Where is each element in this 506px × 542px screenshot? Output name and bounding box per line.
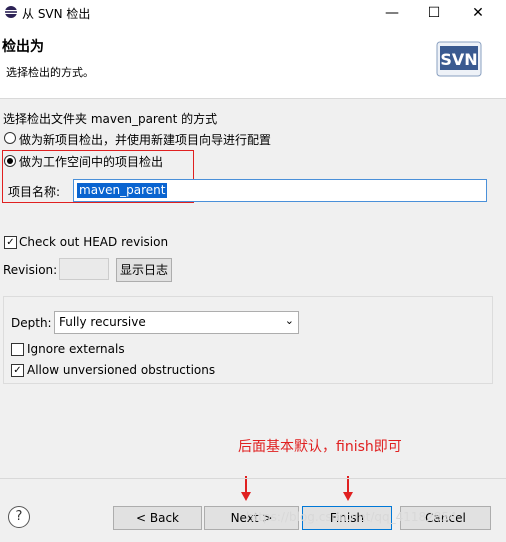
revision-input[interactable] bbox=[59, 258, 109, 280]
depth-label: Depth: bbox=[11, 316, 52, 330]
minimize-button[interactable]: — bbox=[370, 0, 414, 26]
eclipse-icon bbox=[5, 6, 17, 18]
radio-new-project-label[interactable]: 做为新项目检出，并使用新建项目向导进行配置 bbox=[19, 131, 271, 148]
allow-unversioned-checkbox[interactable]: ✓ bbox=[11, 364, 24, 377]
cancel-button[interactable]: Cancel bbox=[400, 506, 491, 530]
svn-logo-icon: SVN bbox=[436, 41, 482, 77]
next-button[interactable]: Next > bbox=[204, 506, 299, 530]
show-log-button[interactable]: 显示日志 bbox=[116, 258, 172, 282]
finish-button[interactable]: Finish bbox=[302, 506, 392, 530]
title-bar: 从 SVN 检出 — ☐ ✕ bbox=[0, 0, 506, 26]
page-title: 检出为 bbox=[2, 39, 44, 55]
wizard-header: 检出为 选择检出的方式。 SVN bbox=[0, 26, 506, 99]
close-button[interactable]: ✕ bbox=[456, 0, 500, 26]
radio-workspace-project[interactable] bbox=[4, 155, 16, 167]
radio-new-project[interactable] bbox=[4, 132, 16, 144]
revision-label: Revision: bbox=[3, 263, 58, 277]
wizard-content: 选择检出文件夹 maven_parent 的方式 做为新项目检出，并使用新建项目… bbox=[0, 98, 506, 478]
window-title: 从 SVN 检出 bbox=[22, 7, 91, 21]
options-heading: 选择检出文件夹 maven_parent 的方式 bbox=[3, 112, 218, 126]
project-name-value: maven_parent bbox=[77, 183, 168, 198]
annotation-note: 后面基本默认，finish即可 bbox=[238, 439, 402, 455]
ignore-externals-label[interactable]: Ignore externals bbox=[27, 342, 125, 356]
radio-workspace-project-label[interactable]: 做为工作空间中的项目检出 bbox=[19, 153, 163, 170]
depth-value: Fully recursive bbox=[59, 315, 146, 329]
page-description: 选择检出的方式。 bbox=[6, 66, 94, 79]
maximize-button[interactable]: ☐ bbox=[412, 0, 456, 26]
ignore-externals-checkbox[interactable] bbox=[11, 343, 24, 356]
check-head-label[interactable]: Check out HEAD revision bbox=[19, 235, 168, 249]
allow-unversioned-label[interactable]: Allow unversioned obstructions bbox=[27, 363, 215, 377]
help-icon[interactable]: ? bbox=[8, 506, 30, 528]
svn-logo-text: SVN bbox=[440, 50, 477, 69]
project-name-label: 项目名称: bbox=[8, 185, 61, 199]
project-name-input[interactable]: maven_parent bbox=[73, 179, 487, 202]
back-button[interactable]: < Back bbox=[113, 506, 202, 530]
check-head-checkbox[interactable]: ✓ bbox=[4, 236, 17, 249]
chevron-down-icon: ⌄ bbox=[284, 314, 294, 327]
depth-select[interactable]: Fully recursive ⌄ bbox=[54, 311, 299, 334]
footer-separator bbox=[0, 478, 506, 479]
